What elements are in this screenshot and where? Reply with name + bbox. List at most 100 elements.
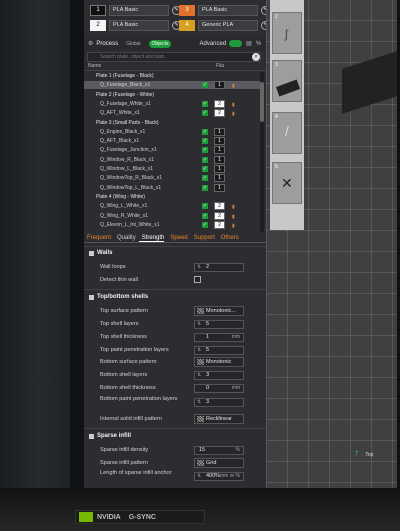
sparse-infill-pattern-select[interactable]: Grid [194,458,244,468]
visible-checkbox[interactable]: ✓ [202,82,208,89]
visible-checkbox[interactable]: ✓ [202,147,208,154]
object-row[interactable]: Q_Window_L_Black_x1 ✓ 1 [84,165,260,173]
filament-index[interactable]: 1 [214,146,225,155]
filament-index[interactable]: 1 [214,127,225,136]
modifier-icon[interactable]: ▮ [232,203,235,211]
filament-index[interactable]: 2 [214,99,225,108]
filament-index[interactable]: 1 [214,183,225,192]
top-surface-pattern-label: Top surface pattern [100,308,148,314]
bottom-paint-penetration-label: Bottom paint penetration layers [100,396,178,402]
object-row[interactable]: Q_Fuselage_Junction_x1 ✓ 1 [84,146,260,155]
filament-select[interactable]: PLA Basic [109,19,169,31]
filament-color-swatch: 4 [179,19,195,31]
tab-frequent[interactable]: Frequent [84,233,111,242]
visible-checkbox[interactable]: ✓ [202,203,208,210]
visible-checkbox[interactable]: ✓ [202,100,208,107]
visible-checkbox[interactable]: ✓ [202,110,208,117]
top-surface-pattern-select[interactable]: Monotonic... [194,306,244,316]
process-icon: ⚙ [88,41,94,47]
visible-checkbox[interactable]: ✓ [202,128,208,135]
visible-checkbox[interactable]: ✓ [202,138,208,145]
bottom-shell-layers-input[interactable]: ⇅ 3 [194,371,244,380]
filament-slot-1[interactable]: 1 PLA Basic ✎ [90,3,181,17]
filament-index[interactable]: 1 [214,155,225,164]
wall-loops-label: Wall loops [100,264,126,270]
tab-quality[interactable]: Quality [114,233,136,242]
filament-color-swatch: 1 [90,4,106,16]
modifier-icon[interactable]: ▮ [232,110,235,118]
plate-row[interactable]: Plate 2 (Fuselage - White) [84,91,260,99]
plate-row[interactable]: Plate 4 (Wing - White) [84,193,260,201]
bottom-surface-pattern-label: Bottom surface pattern [100,359,157,365]
object-row[interactable]: Q_Window_R_Black_x1 ✓ 1 [84,155,260,164]
bottom-shell-thickness-input[interactable]: 0 mm [194,384,244,393]
modifier-icon[interactable]: ▮ [232,101,235,109]
tab-speed[interactable]: Speed [167,233,187,242]
bottom-surface-pattern-select[interactable]: Monotonic [194,357,244,367]
object-row[interactable]: Q_Fuselage_Black_x1 ✓ 1 ▮ [84,81,260,90]
visible-checkbox[interactable]: ✓ [202,221,208,228]
tab-global[interactable]: Global [123,40,143,48]
filament-select[interactable]: PLA Basic [109,4,169,16]
tab-support[interactable]: Support [191,233,215,242]
search-input[interactable]: Search plate, object and part. [87,52,261,62]
wall-loops-input[interactable]: ⇅ 2 [194,263,244,272]
filament-index[interactable]: 2 [214,211,225,220]
sparse-infill-density-input[interactable]: 15% [194,446,244,455]
clear-search-icon[interactable]: × [252,53,260,61]
visible-checkbox[interactable]: ✓ [202,212,208,219]
filament-select[interactable]: PLA Basic [198,4,258,16]
top-paint-penetration-input[interactable]: ⇅ 5 [194,346,244,355]
object-row[interactable]: Q_Wing_L_White_x1 ✓ 2 ▮ [84,202,260,211]
tab-others[interactable]: Others [218,233,239,242]
plate-thumb-3[interactable]: 3 [272,60,302,102]
filament-select[interactable]: Generic PLA [198,19,258,31]
filament-index[interactable]: 2 [214,109,225,118]
process-title: Process [96,40,119,47]
object-row[interactable]: Q_Elevon_L_Int_White_x1 ✓ 2 ▮ [84,220,260,230]
gsync-badge: NVIDIA G-SYNC [75,510,205,524]
plate-thumb-5[interactable]: 5 ✕ [272,162,302,204]
modifier-icon[interactable]: ▮ [232,82,235,90]
top-shell-thickness-input[interactable]: 1 mm [194,333,244,342]
visible-checkbox[interactable]: ✓ [202,166,208,172]
object-row[interactable]: Q_Wing_R_White_x1 ✓ 2 ▮ [84,211,260,221]
filament-slot-3[interactable]: 3 PLA Basic ✎ [179,3,266,17]
bottom-paint-penetration-input[interactable]: ⇅ 3 [194,398,244,407]
visible-checkbox[interactable]: ✓ [202,156,208,163]
filament-slot-4[interactable]: 4 Generic PLA ✎ [179,18,266,32]
plate-thumb-2[interactable]: 2ʃ [272,12,302,54]
object-row[interactable]: Q_WindowTop_R_Black_x1 ✓ 1 [84,174,260,183]
plate-thumb-4[interactable]: 4/ [272,112,302,154]
filament-index[interactable]: 1 [214,174,225,183]
object-row[interactable]: Q_AFT_White_x1 ✓ 2 ▮ [84,109,260,118]
modifier-icon[interactable]: ▮ [232,222,235,230]
filament-index[interactable]: 1 [214,81,225,90]
filament-index[interactable]: 1 [214,137,225,146]
top-shell-layers-input[interactable]: ⇅ 5 [194,320,244,329]
object-row[interactable]: Q_WindowTop_L_Black_x1 ✓ 1 [84,183,260,192]
plate-row[interactable]: Plate 1 (Fuselage - Black) [84,72,260,80]
detect-thin-wall-checkbox[interactable] [194,276,201,283]
object-row[interactable]: Q_AFT_Black_x1 ✓ 1 [84,137,260,146]
object-list-scrollbar[interactable] [260,72,264,232]
visible-checkbox[interactable]: ✓ [202,184,208,191]
walls-section-title: Walls [89,250,112,256]
advanced-toggle[interactable] [229,40,243,47]
plate-row[interactable]: Plate 3 (Small Parts - Black) [84,119,260,127]
bottom-shell-thickness-label: Bottom shell thickness [100,385,156,391]
object-row[interactable]: Q_Fuselage_White_x1 ✓ 2 ▮ [84,99,260,109]
settings-icon[interactable]: ▤ [246,40,252,47]
filament-slot-2[interactable]: 2 PLA Basic ✎ [90,18,181,32]
tab-objects[interactable]: Objects [148,39,172,48]
filament-index[interactable]: 2 [214,202,225,211]
modifier-icon[interactable]: ▮ [232,213,235,221]
filament-index[interactable]: 2 [214,220,225,229]
filament-index[interactable]: 1 [214,165,225,173]
tab-strength[interactable]: Strength [138,233,165,242]
compare-icon[interactable]: % [256,41,261,47]
visible-checkbox[interactable]: ✓ [202,175,208,182]
internal-solid-infill-select[interactable]: Rectilinear [194,414,244,424]
object-row[interactable]: Q_Engine_Black_x1 ✓ 1 [84,127,260,136]
sparse-infill-anchor-input[interactable]: ⇅ 400% mm or % [194,472,244,481]
